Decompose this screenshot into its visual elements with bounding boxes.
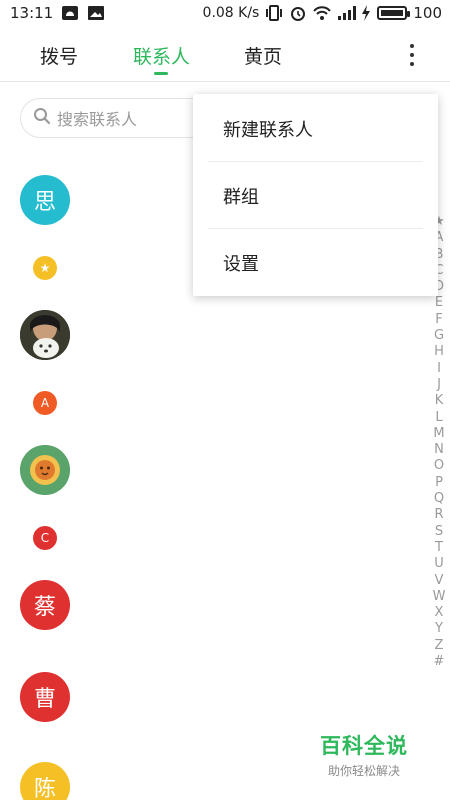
index-letter[interactable]: N	[434, 442, 444, 458]
tab-yellow-pages[interactable]: 黄页	[244, 42, 282, 69]
index-letter[interactable]: H	[434, 344, 444, 360]
index-letter[interactable]: O	[434, 458, 444, 474]
vibrate-icon	[265, 5, 283, 21]
index-letter[interactable]: F	[435, 312, 442, 328]
watermark-subtitle: 助你轻松解决	[327, 764, 400, 778]
index-letter[interactable]: M	[433, 426, 444, 442]
index-letter[interactable]: I	[437, 361, 441, 377]
avatar-initial: 蔡	[33, 595, 56, 620]
photo-avatar-icon	[20, 310, 70, 360]
index-letter[interactable]: #	[434, 654, 445, 670]
section-header-a: A	[33, 391, 57, 415]
status-time: 13:11	[10, 4, 54, 22]
watermark-logo: 百科全说 助你轻松解决	[320, 730, 408, 779]
menu-item-settings[interactable]: 设置	[223, 250, 259, 276]
avatar-initial: 陈	[33, 777, 56, 800]
more-vert-icon	[410, 44, 414, 48]
wifi-icon	[313, 5, 332, 21]
search-icon	[33, 107, 51, 129]
contact-avatar[interactable]: 曹	[20, 672, 70, 722]
index-letter[interactable]: V	[435, 573, 444, 589]
menu-item-new-contact[interactable]: 新建联系人	[223, 116, 313, 142]
index-letter[interactable]: L	[435, 410, 442, 426]
overflow-menu: 新建联系人 群组 设置	[193, 94, 438, 296]
signal-icon	[337, 5, 357, 21]
battery-icon	[377, 6, 411, 20]
avatar-initial: 思	[33, 190, 56, 215]
more-options-button[interactable]	[406, 42, 418, 68]
network-speed: 0.08 K/s	[202, 5, 260, 21]
section-letter: C	[40, 531, 50, 545]
contact-avatar-photo[interactable]	[20, 310, 70, 360]
index-letter[interactable]: J	[437, 377, 441, 393]
index-letter[interactable]: K	[435, 393, 444, 409]
alarm-icon	[289, 5, 307, 21]
index-letter[interactable]: G	[434, 328, 444, 344]
index-letter[interactable]: P	[435, 475, 443, 491]
image-notification-icon	[87, 5, 105, 21]
index-letter[interactable]: T	[435, 540, 443, 556]
contact-avatar-lion[interactable]	[20, 445, 70, 495]
menu-item-groups[interactable]: 群组	[223, 183, 259, 209]
index-letter[interactable]: X	[435, 605, 444, 621]
contact-avatar[interactable]: 蔡	[20, 580, 70, 630]
index-letter[interactable]: R	[434, 507, 443, 523]
search-placeholder: 搜索联系人	[57, 110, 138, 129]
lion-avatar-icon	[20, 445, 70, 495]
section-header-c: C	[33, 526, 57, 550]
watermark-title: 百科全说	[320, 734, 408, 758]
tab-active-indicator	[154, 72, 168, 75]
index-letter[interactable]: S	[435, 524, 443, 540]
index-letter[interactable]: E	[435, 295, 443, 311]
charging-icon	[361, 5, 371, 21]
contact-avatar[interactable]: 陈	[20, 762, 70, 800]
battery-percent: 100	[413, 4, 442, 22]
menu-divider	[208, 161, 423, 162]
star-icon: ★	[39, 261, 51, 275]
index-letter[interactable]: Q	[434, 491, 444, 507]
index-letter[interactable]: W	[433, 589, 446, 605]
contact-avatar[interactable]: 思	[20, 175, 70, 225]
index-letter[interactable]: U	[434, 556, 444, 572]
tab-contacts[interactable]: 联系人	[133, 42, 190, 69]
section-letter: A	[40, 396, 50, 410]
index-letter[interactable]: Z	[435, 638, 444, 654]
notification-icon	[61, 5, 79, 21]
tab-dialer[interactable]: 拨号	[40, 42, 78, 69]
menu-divider	[208, 228, 423, 229]
status-bar: 13:11 0.08 K/s 100	[0, 0, 450, 28]
index-letter[interactable]: Y	[435, 621, 443, 637]
avatar-initial: 曹	[33, 687, 56, 712]
section-header-favorites: ★	[33, 256, 57, 280]
top-tab-bar: 拨号 联系人 黄页	[0, 28, 450, 82]
